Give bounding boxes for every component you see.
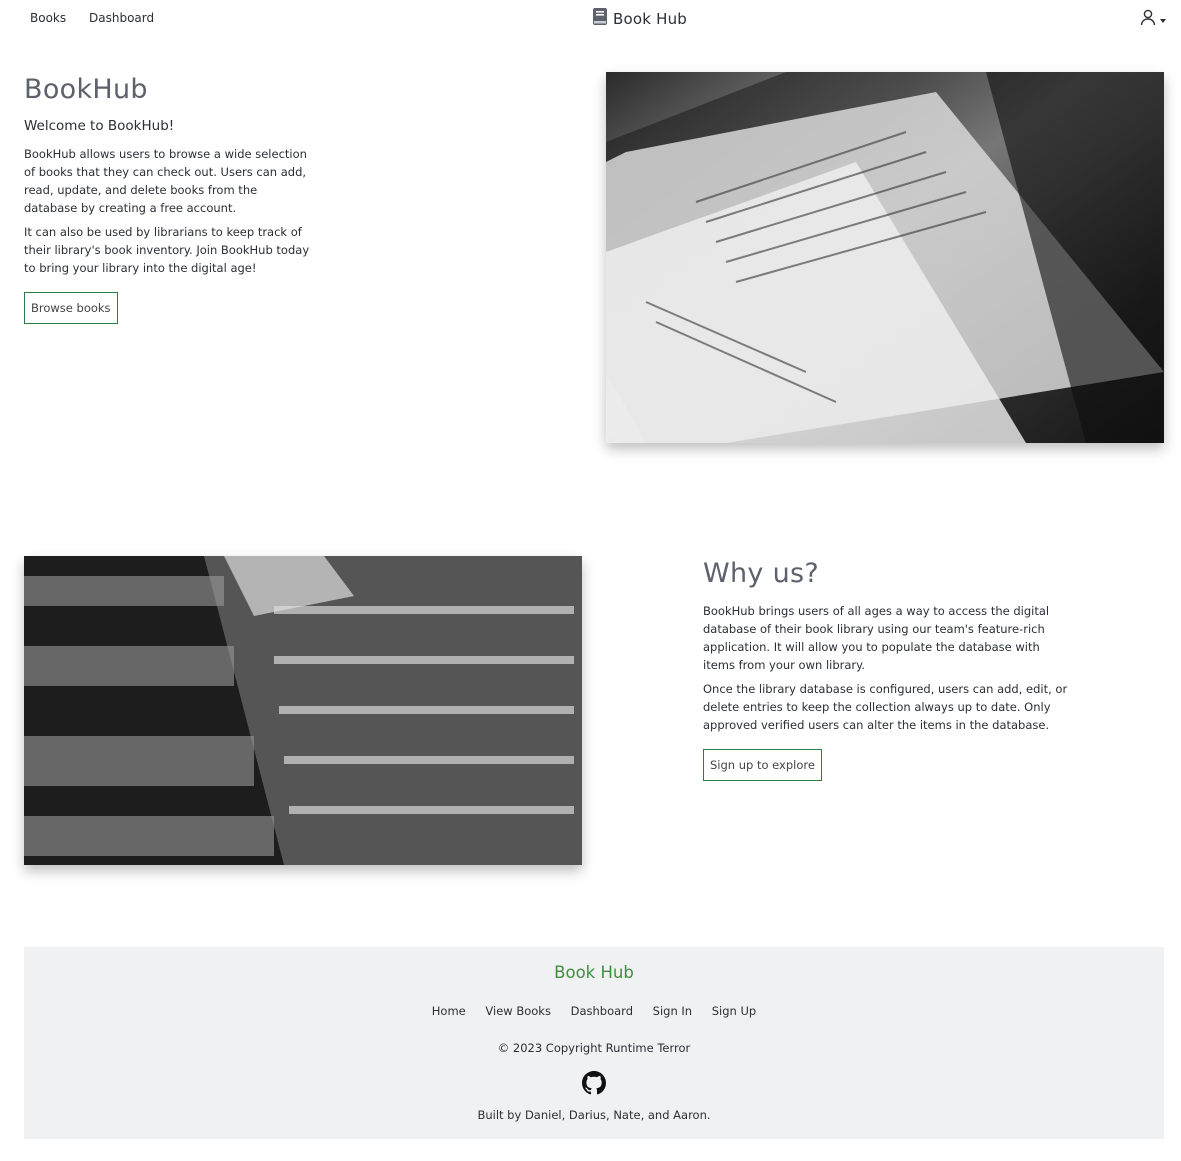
why-us-paragraph-2: Once the library database is configured,…	[703, 682, 1068, 732]
brand-title: Book Hub	[613, 9, 688, 28]
footer-link-home[interactable]: Home	[432, 1004, 466, 1018]
library-shelves-photo	[24, 556, 582, 865]
footer-copyright: © 2023 Copyright Runtime Terror	[497, 1041, 691, 1055]
user-icon	[1140, 9, 1156, 30]
top-navbar: Books Dashboard Book Hub	[0, 0, 1181, 36]
why-us-section: Why us? BookHub brings users of all ages…	[703, 556, 1073, 781]
hero-lead: Welcome to BookHub!	[24, 118, 175, 134]
github-icon[interactable]	[582, 1071, 606, 1095]
hero-paragraph-1: BookHub allows users to browse a wide se…	[24, 147, 307, 215]
hero-paragraph-2: It can also be used by librarians to kee…	[24, 225, 310, 275]
chevron-down-icon	[1160, 18, 1166, 23]
why-us-paragraph-1: BookHub brings users of all ages a way t…	[703, 604, 1050, 672]
browse-books-button[interactable]: Browse books	[24, 292, 118, 324]
sign-up-button[interactable]: Sign up to explore	[703, 749, 822, 781]
user-menu-toggle[interactable]	[1140, 9, 1166, 30]
footer-links: Home View Books Dashboard Sign In Sign U…	[24, 1004, 1164, 1018]
open-book-photo	[606, 72, 1164, 443]
nav-link-books[interactable]: Books	[30, 11, 66, 25]
footer-link-sign-up[interactable]: Sign Up	[712, 1004, 756, 1018]
footer: Book Hub Home View Books Dashboard Sign …	[24, 947, 1164, 1139]
footer-link-view-books[interactable]: View Books	[485, 1004, 551, 1018]
hero-section: BookHub Welcome to BookHub! BookHub allo…	[24, 72, 314, 324]
footer-link-sign-in[interactable]: Sign In	[653, 1004, 692, 1018]
footer-built-by: Built by Daniel, Darius, Nate, and Aaron…	[477, 1108, 711, 1122]
brand-link[interactable]: Book Hub	[592, 7, 687, 30]
book-icon	[592, 7, 608, 30]
hero-title: BookHub	[24, 74, 148, 105]
nav-link-dashboard[interactable]: Dashboard	[89, 11, 154, 25]
why-us-title: Why us?	[703, 558, 819, 589]
footer-link-dashboard[interactable]: Dashboard	[571, 1004, 633, 1018]
footer-brand[interactable]: Book Hub	[24, 963, 1164, 982]
